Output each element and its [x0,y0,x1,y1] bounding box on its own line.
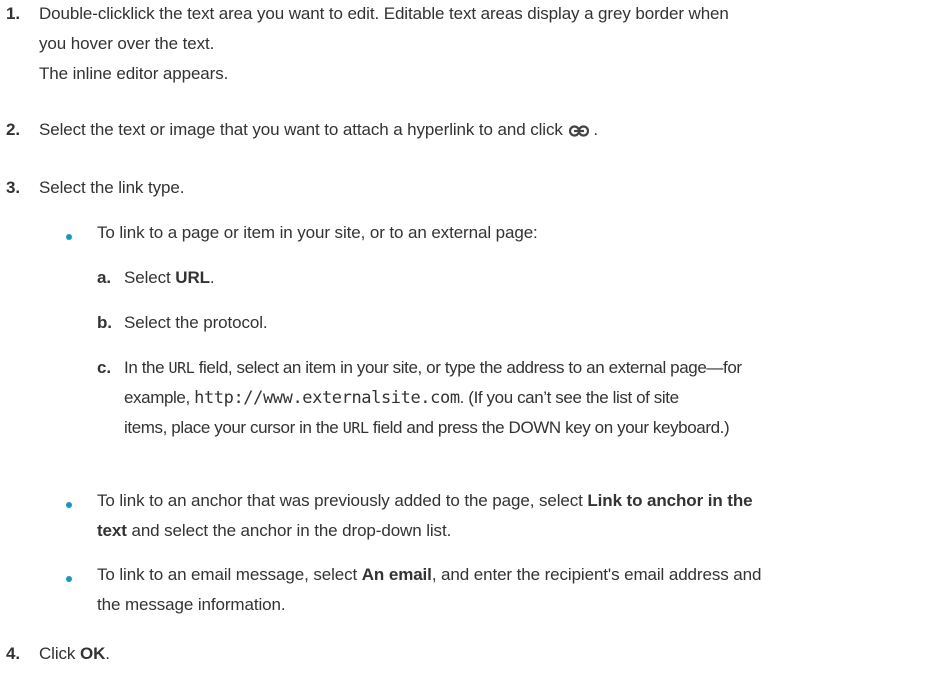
step-bold: OK [79,644,106,663]
step-number: 1. [6,4,20,23]
bullet-marker [66,493,76,508]
substep-label: a. [97,268,111,287]
substep-text: . (If you can’t see the list of site [459,388,679,407]
step-text: Click [39,644,80,663]
substep-text: items, place your cursor in the [124,418,343,437]
code-text: URL [342,419,369,437]
substep-label: c. [97,358,111,377]
step-text: . [105,644,110,663]
bullet-text-part: To link to an anchor that was previously… [97,491,588,510]
bullet-text: To link to a page or item in your site, … [97,223,538,242]
bullet-text-part: and select the anchor in the drop-down l… [126,521,452,540]
substep-c: In the URL field, select an item in your… [124,353,947,443]
step-text: Select the text or image that you want t… [39,120,563,139]
step-text-end: . [593,120,599,139]
bullet-text: To link to an email message, select An e… [97,560,947,620]
bullet-marker [66,567,76,582]
bullet-marker [66,225,76,240]
substep-text: In the [124,358,169,377]
step-number: 2. [6,120,20,139]
substep-text: Select [124,268,176,287]
code-text: URL [168,359,195,377]
substep-text: . [209,268,215,287]
link-icon [569,124,590,137]
step-text: Double-clicklick the text area you want … [39,4,729,23]
step-text: Select the link type. [39,178,185,197]
substep-a: Select URL. [124,263,947,293]
substep-bold: URL [175,268,210,287]
substep-b: Select the protocol. [124,313,268,332]
step-result: The inline editor appears. [39,64,229,83]
substep-text: example, [124,388,195,407]
step-text: you hover over the text. [39,34,215,53]
bullet-text-part: the message information. [97,595,286,614]
bullet-text-part: , and enter the recipient's email addres… [431,565,762,584]
bullet-text-part: To link to an email message, select [97,565,362,584]
bullet-bold: An email [361,565,432,584]
substep-text: field, select an item in your site, or t… [194,358,742,377]
bullet-bold: text [97,521,127,540]
step-number: 4. [6,644,20,663]
bullet-text: To link to an anchor that was previously… [97,486,947,546]
substep-label: b. [97,313,112,332]
code-text: http://www.externalsite.com [194,388,460,408]
substep-text: field and press the DOWN key on your key… [368,418,730,437]
bullet-bold: Link to anchor in the [587,491,753,510]
document: 1. Double-clicklick the text area you wa… [0,0,951,675]
step-number: 3. [6,178,20,197]
